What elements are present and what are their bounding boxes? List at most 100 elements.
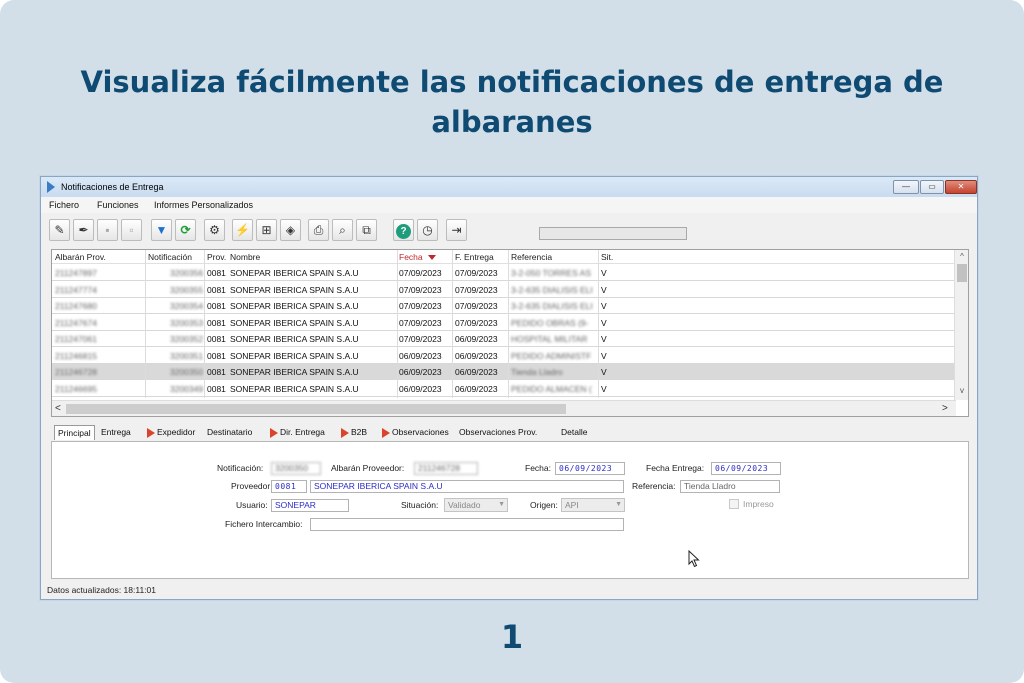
table-row[interactable]: 211247061 3200352 0081 SONEPAR IBERICA SPAI… [52, 331, 954, 347]
grid-header: Albarán Prov. Notificación Prov. Nombre … [52, 250, 954, 264]
vertical-scroll-thumb[interactable] [957, 264, 967, 282]
filter-button[interactable]: ▼ [151, 219, 172, 241]
col-notificacion[interactable]: Notificación [148, 252, 192, 262]
cell-ref: PEDIDO ALMACEN ( [511, 383, 592, 394]
cell-prov: 0081 [207, 367, 226, 377]
exit-icon: ⇥ [451, 223, 462, 237]
detail-panel: Notificación: 3200350 Albarán Proveedor:… [51, 441, 969, 579]
save-pen-icon: ✒ [78, 223, 89, 237]
print-icon: ⎙ [313, 223, 324, 237]
tab-entrega[interactable]: Entrega [101, 425, 131, 440]
edit-button[interactable]: ✎ [49, 219, 70, 241]
close-button[interactable]: ✕ [945, 180, 977, 194]
eraser-button[interactable]: ◈ [280, 219, 301, 241]
cell-notif: 3200351 [170, 350, 204, 361]
tab-observaciones[interactable]: Observaciones [382, 425, 449, 440]
usuario-label: Usuario: [236, 500, 268, 510]
refresh-button[interactable]: ⟳ [175, 219, 196, 241]
proveedor-code-field[interactable]: 0081 [271, 480, 307, 493]
headline: Visualiza fácilmente las notificaciones … [80, 65, 944, 139]
menu-fichero[interactable]: Fichero [49, 200, 79, 210]
tab-observaciones-prov[interactable]: Observaciones Prov. [459, 425, 537, 440]
cell-prov: 0081 [207, 317, 226, 328]
mouse-cursor-icon [688, 550, 700, 568]
cell-sit: V [601, 268, 607, 278]
print-button[interactable]: ⎙ [308, 219, 329, 241]
tab-label: Expedidor [157, 427, 196, 437]
col-fecha[interactable]: Fecha [399, 252, 436, 262]
table-row[interactable]: 211246815 3200351 0081 SONEPAR IBERICA SPAI… [52, 348, 954, 364]
step-number: 1 [500, 618, 524, 656]
minimize-button[interactable]: — [893, 180, 919, 194]
menu-informes-personalizados[interactable]: Informes Personalizados [154, 200, 253, 210]
col-nombre[interactable]: Nombre [230, 252, 260, 262]
gear-button[interactable]: ⚙ [204, 219, 225, 241]
proveedor-name-field[interactable]: SONEPAR IBERICA SPAIN S.A.U [310, 480, 624, 493]
table-row[interactable]: 211247680 3200354 0081 SONEPAR IBERICA SPAI… [52, 298, 954, 314]
fecha-entrega-field[interactable]: 06/09/2023 [711, 462, 781, 475]
horizontal-scroll-thumb[interactable] [66, 404, 566, 414]
tab-expedidor[interactable]: Expedidor [147, 425, 195, 440]
notificacion-field[interactable]: 3200350 [271, 462, 321, 475]
tab-label: Dir. Entrega [280, 427, 325, 437]
scroll-up-icon[interactable]: ^ [955, 252, 968, 261]
col-albaran[interactable]: Albarán Prov. [55, 252, 106, 262]
col-sit[interactable]: Sit. [601, 252, 613, 262]
scroll-right-icon[interactable]: > [942, 403, 948, 414]
search-button[interactable]: ⌕ [332, 219, 353, 241]
col-prov[interactable]: Prov. [207, 252, 226, 262]
menu-funciones[interactable]: Funciones [97, 200, 139, 210]
fecha-label: Fecha: [525, 463, 551, 473]
horizontal-scrollbar[interactable]: < > [52, 400, 956, 416]
clock-button[interactable]: ◷ [417, 219, 438, 241]
tab-destinatario[interactable]: Destinatario [207, 425, 252, 440]
col-referencia[interactable]: Referencia [511, 252, 552, 262]
impreso-checkbox[interactable] [729, 499, 739, 509]
disk-button[interactable]: ▪ [97, 219, 118, 241]
cell-notif: 3200356 [170, 268, 204, 278]
fichero-intercambio-field[interactable] [310, 518, 624, 531]
sort-desc-icon [427, 255, 436, 261]
refresh-icon: ⟳ [180, 223, 191, 237]
scroll-down-icon[interactable]: v [955, 386, 968, 395]
situacion-value: Validado [448, 500, 481, 510]
table-row[interactable]: 211247774 3200355 0081 SONEPAR IBERICA SPAI… [52, 282, 954, 298]
status-bar: Datos actualizados: 18:11:01 [47, 585, 156, 595]
usuario-field[interactable]: SONEPAR [271, 499, 349, 512]
close-doc-button[interactable]: ▫ [121, 219, 142, 241]
tab-principal[interactable]: Principal [54, 425, 95, 440]
albaran-proveedor-field[interactable]: 211246728 [414, 462, 478, 475]
chevron-down-icon: ▼ [498, 501, 505, 508]
tab-dir-entrega[interactable]: Dir. Entrega [270, 425, 325, 440]
referencia-field[interactable]: Tienda Lladro [680, 480, 780, 493]
export-button[interactable]: ⧉ [356, 219, 377, 241]
tab-detalle[interactable]: Detalle [561, 425, 587, 440]
origen-select[interactable]: API ▼ [561, 498, 625, 512]
maximize-button[interactable]: ▭ [920, 180, 944, 194]
exit-button[interactable]: ⇥ [446, 219, 467, 241]
run-button[interactable]: ⚡ [232, 219, 253, 241]
fecha-field[interactable]: 06/09/2023 [555, 462, 625, 475]
tab-b2b[interactable]: B2B [341, 425, 367, 440]
notifications-grid: Albarán Prov. Notificación Prov. Nombre … [51, 249, 969, 417]
cart-button[interactable]: ⊞ [256, 219, 277, 241]
save-pen-button[interactable]: ✒ [73, 219, 94, 241]
situacion-select[interactable]: Validado ▼ [444, 498, 508, 512]
slide-background: Visualiza fácilmente las notificaciones … [0, 0, 1024, 683]
vertical-scrollbar[interactable]: ^ v [954, 250, 968, 400]
cell-nombre: SONEPAR IBERICA SPAIN S.A.U [230, 334, 359, 344]
table-row[interactable]: 211247674 3200353 0081 SONEPAR IBERICA SPAI… [52, 315, 954, 331]
tab-label: Detalle [561, 427, 588, 437]
cell-nombre: SONEPAR IBERICA SPAIN S.A.U [230, 383, 359, 394]
table-row[interactable]: 211246695 3200349 0081 SONEPAR IBERICA SPAI… [52, 381, 954, 397]
cell-prov: 0081 [207, 350, 226, 361]
cell-albaran: 211246815 [55, 350, 97, 361]
col-fentrega[interactable]: F. Entrega [455, 252, 494, 262]
cell-ref: PEDIDO OBRAS (9- [511, 317, 589, 328]
table-row[interactable]: 211246728 3200350 0081 SONEPAR IBERICA SPAI… [52, 364, 954, 380]
cell-albaran: 211247897 [55, 268, 97, 278]
scroll-left-icon[interactable]: < [55, 403, 61, 414]
help-button[interactable]: ? [393, 219, 414, 241]
cell-entrega: 07/09/2023 [455, 317, 498, 328]
table-row[interactable]: 211247897 3200356 0081 SONEPAR IBERICA SPAI… [52, 265, 954, 281]
